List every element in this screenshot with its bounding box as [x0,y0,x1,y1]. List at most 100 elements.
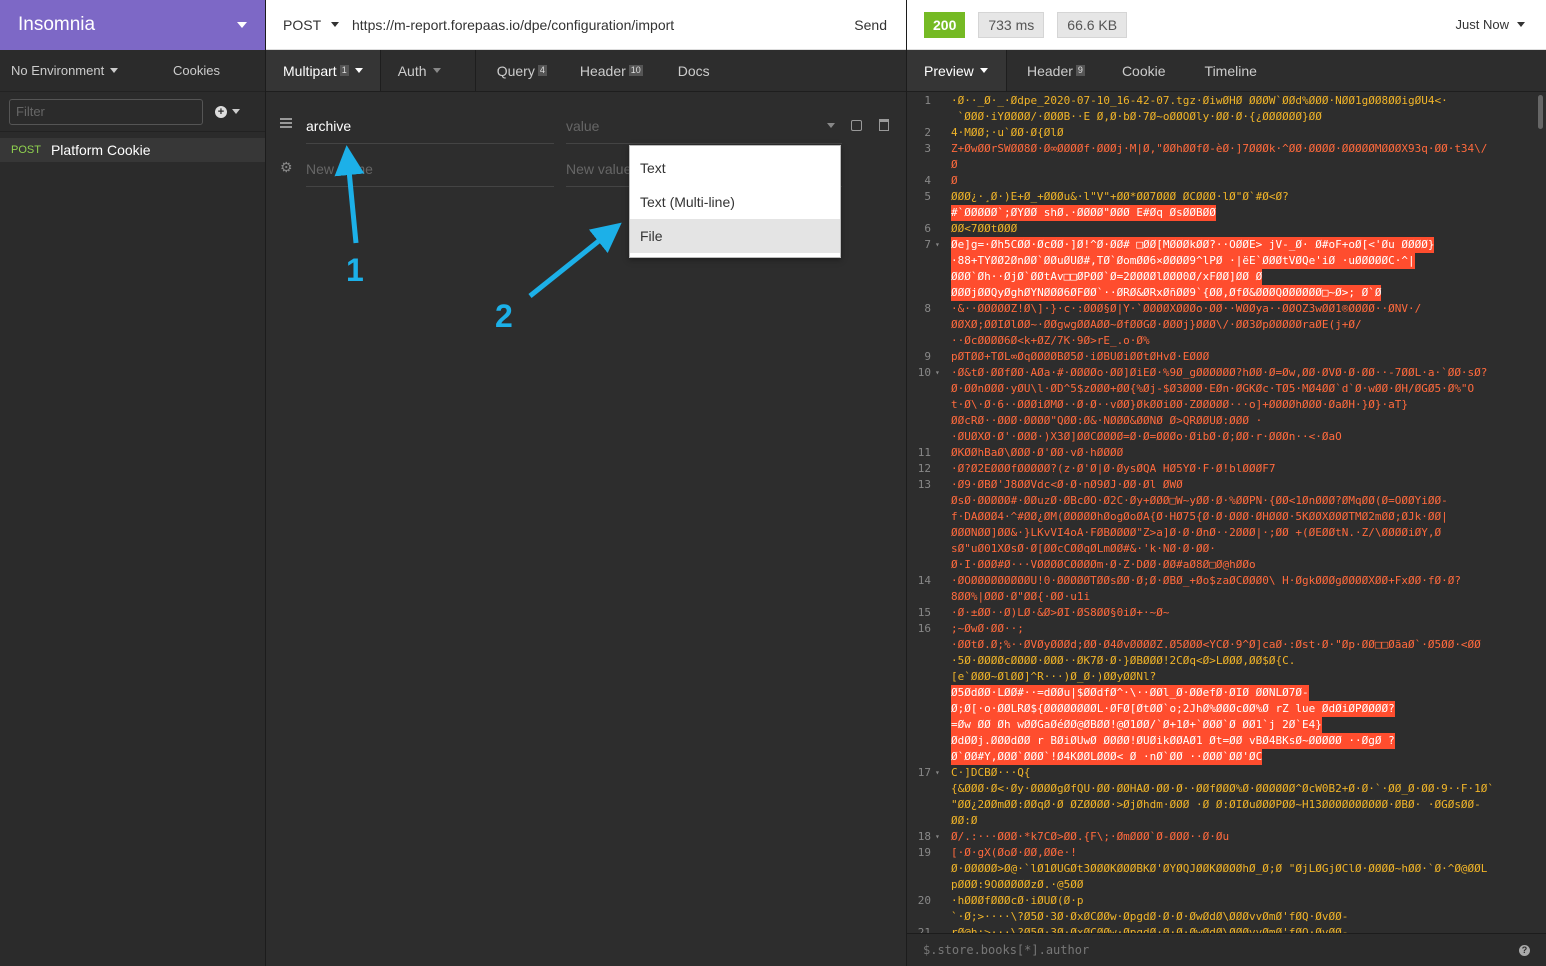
tab-query[interactable]: Query 4 [476,50,564,91]
fold-gutter [935,173,951,189]
menu-item-text-multiline[interactable]: Text (Multi-line) [630,185,840,219]
tab-label: Cookie [1121,62,1166,79]
fold-gutter [935,541,951,557]
fold-arrow-icon[interactable]: ▾ [935,237,951,253]
response-timestamp: Just Now [1455,17,1509,32]
code-text: #`ØØØØØ`;ØYØØ shØ.·ØØØØ"ØØØ E#Øq ØsØØBØØ [951,205,1216,221]
tab-docs[interactable]: Docs [660,50,727,91]
code-line: 8 ·&··ØØØØØZ!Ø\]·}·c·:ØØØ§Ø|Y·`ØØØØXØØØo·… [907,301,1546,317]
code-line: `·Ø;>····\?Ø5Ø·3Ø·ØxØCØØw·ØpgdØ·Ø·Ø·ØwØd… [907,909,1546,925]
help-icon[interactable]: ? [1519,944,1530,956]
jsonpath-filter-input[interactable] [923,943,1519,957]
fold-gutter [935,461,951,477]
gear-icon[interactable]: ⚙ [280,159,293,176]
code-text: =Øw ØØ Øh wØØGaØéØØ@ØBØØ!@Ø1ØØ/`Ø+1Ø+`ØØ… [951,717,1322,733]
fold-gutter [935,269,951,285]
tab-timeline[interactable]: Timeline [1183,50,1274,91]
fold-arrow-icon[interactable]: ▾ [935,365,951,381]
code-text: ·Ø·±ØØ··Ø)LØ·&Ø>ØI·ØS8ØØ§0iØ+·~Ø~ [951,606,1170,619]
tab-label: Multipart [283,62,337,79]
code-text: ØØØ`Øh··ØjØ`ØØtAv□□ØPØØ`Ø=2ØØØØlØØØ0Ø/xF… [951,269,1263,285]
code-line: 6 ØØ<7ØØtØØØ [907,221,1546,237]
drag-handle-icon[interactable] [280,116,292,130]
line-number [907,525,935,541]
line-number: 5 [924,190,931,203]
url-input[interactable]: https://m-report.forepaas.io/dpe/configu… [352,17,854,33]
code-text: Ø·I·ØØØ#Ø···VØØØØCØØØØm·Ø·Z·DØØ·ØØ#aØ8Ø□… [951,558,1256,571]
code-line: ØØØjØØQyØghØYNØØØ6ØFØØ`··ØRØ&ØRxØñØØ9`{Ø… [907,285,1546,301]
fold-arrow-icon[interactable]: ▾ [935,829,951,845]
code-line: ·ØUØXØ·Ø'·ØØØ·)X3Ø]ØØCØØØØ=Ø·Ø=ØØØo·ØibØ… [907,429,1546,445]
menu-item-text[interactable]: Text [630,151,840,185]
line-number: 13 [917,478,931,491]
fold-gutter [935,141,951,157]
line-number: 3 [924,142,931,155]
line-number: 1 [924,94,931,107]
code-text: Z+ØwØØrSWØØ8Ø·Ø∞ØØØØf·ØØØj·M|Ø,"ØØhØØfØ-… [951,142,1488,155]
fold-gutter [935,317,951,333]
cookies-button[interactable]: Cookies [173,63,220,78]
code-line: ØØXØ;ØØIØlØØ~·ØØgwgØØAØØ~ØfØØGØ·ØØØj}ØØØ… [907,317,1546,333]
code-line: 19 [·Ø·gX(ØoØ·ØØ,ØØe·! [907,845,1546,861]
sidebar-request-item[interactable]: POST Platform Cookie [0,138,265,162]
response-body-viewer[interactable]: 1 ·Ø··_Ø·_·Ødpe_2020-07-10_16-42-07.tgz·Ø… [907,93,1546,933]
line-number [907,429,935,445]
workspace-menu[interactable]: Insomnia [0,0,265,50]
line-number: 10 [917,366,931,379]
trash-icon[interactable] [879,119,889,131]
tab-cookie[interactable]: Cookie [1102,50,1183,91]
multipart-param-row: archive value [266,104,907,144]
code-line: 1 ·Ø··_Ø·_·Ødpe_2020-07-10_16-42-07.tgz·Ø… [907,93,1546,109]
environment-selector[interactable]: No Environment [0,63,173,78]
param-type-dropdown-icon[interactable] [827,123,835,128]
param-value-field[interactable]: value [566,108,842,144]
line-number [907,653,935,669]
code-text: Ø/.:···ØØØ·*k7CØ>ØØ.{F\;·ØmØØØ`Ø-ØØØ··Ø·… [951,830,1230,843]
line-number [907,541,935,557]
plus-icon: + [215,105,227,118]
method-dropdown[interactable]: POST [266,17,352,33]
code-text: ·Ø&tØ·ØØfØØ·AØa·#·ØØØØo·ØØ]ØiEØ·%9Ø_gØØØ… [951,366,1488,379]
code-line: #`ØØØØØ`;ØYØØ shØ.·ØØØØ"ØØØ E#Øq ØsØØBØØ [907,205,1546,221]
tab-multipart[interactable]: Multipart 1 [266,50,381,91]
tab-response-header[interactable]: Header 9 [1007,50,1102,91]
code-text: rØ@h;>···\?Ø5Ø·3Ø·ØxØCØØw·ØpgdØ·Ø·Ø·ØwØd… [951,926,1349,933]
line-number: 4 [924,174,931,187]
tab-preview[interactable]: Preview [907,50,1007,91]
tab-header[interactable]: Header 10 [564,50,660,91]
fold-arrow-icon[interactable]: ▾ [935,765,951,781]
response-history-dropdown[interactable]: Just Now [1456,17,1525,32]
line-number: 18 [917,830,931,843]
line-number [907,781,935,797]
fold-gutter [935,253,951,269]
send-button[interactable]: Send [854,17,906,33]
code-text: f·DAØØØ4·^#ØØ¿ØM(ØØØØØhØogØoØA{Ø·HØ75{Ø·… [951,510,1448,523]
request-name: Platform Cookie [50,142,151,158]
scrollbar[interactable] [1538,95,1543,129]
add-request-button[interactable]: + [215,105,240,118]
fold-gutter [935,781,951,797]
fold-gutter [935,429,951,445]
code-line: 18 ▾ Ø/.:···ØØØ·*k7CØ>ØØ.{F\;·ØmØØØ`Ø-ØØØ·… [907,829,1546,845]
line-number: 9 [924,350,931,363]
line-number [907,749,935,765]
fold-gutter [935,205,951,221]
new-name-field[interactable]: New name [306,151,554,187]
line-number [907,717,935,733]
code-text: ·Ø··_Ø·_·Ødpe_2020-07-10_16-42-07.tgz·Øi… [951,94,1448,107]
tab-auth[interactable]: Auth [381,50,476,91]
code-line: 2 4·MØØ;·u`ØØ·Ø{ØlØ [907,125,1546,141]
new-name-placeholder: New name [306,160,373,177]
param-name-field[interactable]: archive [306,108,554,144]
tab-label: Header [579,62,626,79]
menu-item-file[interactable]: File [630,219,840,253]
code-text: ØØXØ;ØØIØlØØ~·ØØgwgØØAØØ~ØfØØGØ·ØØØj}ØØØ… [951,318,1362,331]
code-text: ØKØØhBaØ\ØØØ·Ø'ØØ·vØ·hØØØØ [951,446,1124,459]
line-number [907,685,935,701]
sidebar-filter-input[interactable] [9,98,203,125]
code-line: ·88+TYØØ2ØnØØ`ØØuØUØ#,TØ`ØomØØ6×ØØØØ9^lP… [907,253,1546,269]
line-number [907,637,935,653]
fold-gutter [935,493,951,509]
toggle-checkbox-icon[interactable] [851,120,862,131]
code-text: "ØØ¿2ØØmØØ:ØØqØ·Ø ØZØØØØ·>ØjØhdm·ØØØ ·Ø … [951,798,1481,811]
